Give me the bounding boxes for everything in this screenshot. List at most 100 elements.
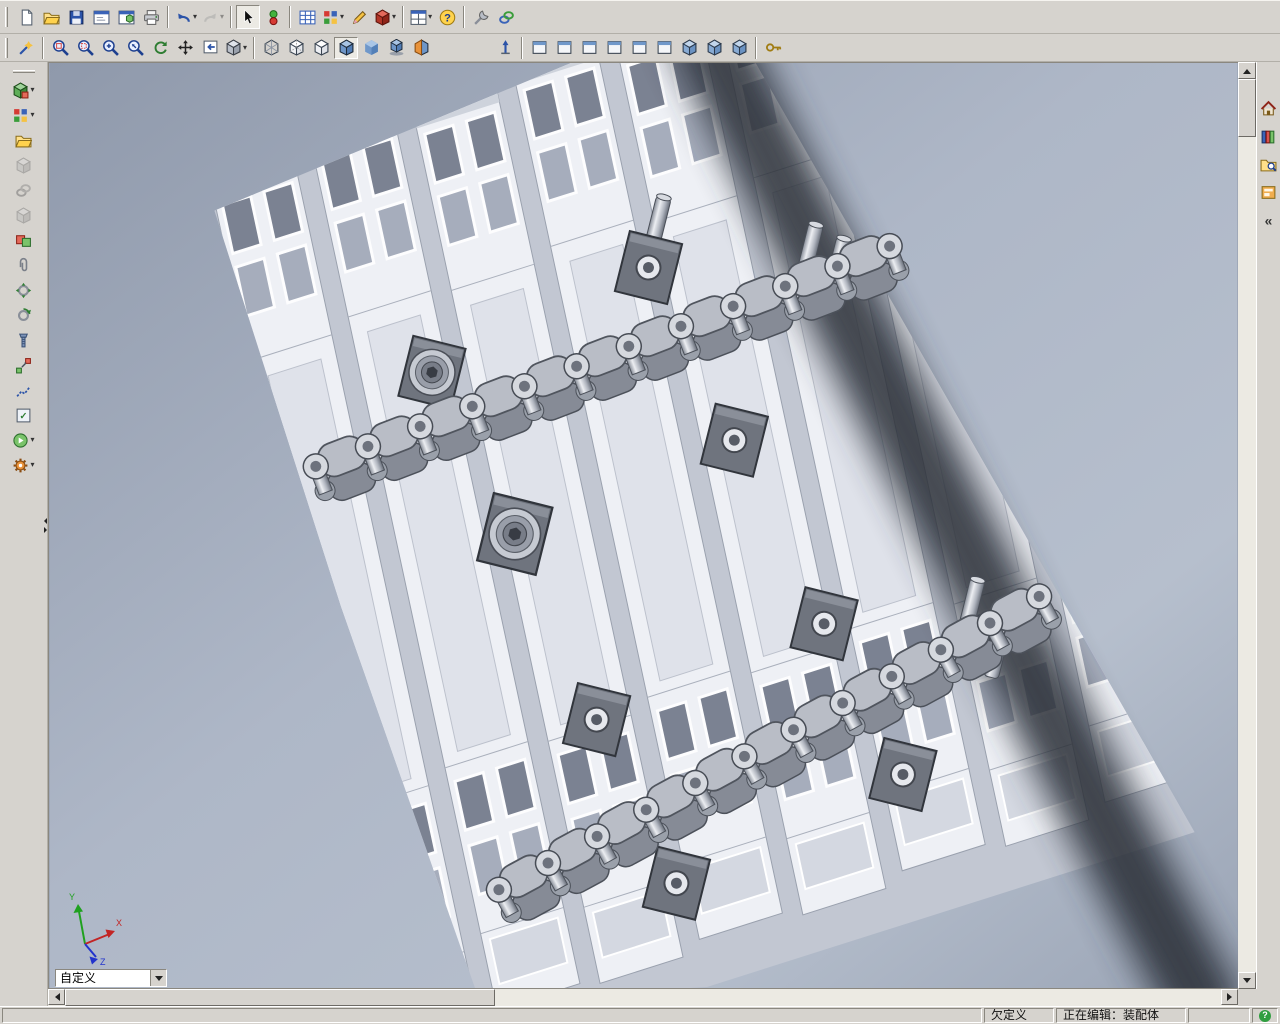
help-icon[interactable]: ? bbox=[1259, 1009, 1271, 1022]
component-appearance-dropdown-arrow[interactable]: ▾ bbox=[30, 111, 34, 119]
edit-material-dropdown-arrow[interactable]: ▾ bbox=[392, 13, 396, 21]
change-suppression-state-button[interactable] bbox=[12, 203, 36, 227]
undo-dropdown-arrow[interactable]: ▾ bbox=[193, 13, 197, 21]
toolbox-button[interactable] bbox=[469, 5, 493, 29]
redo-button[interactable]: ▾ bbox=[200, 5, 226, 29]
zoom-to-area-button[interactable] bbox=[73, 37, 97, 59]
explode-line-sketch-button[interactable] bbox=[12, 378, 36, 402]
edit-texture-button[interactable] bbox=[347, 5, 371, 29]
make-assembly-from-part-button[interactable] bbox=[114, 5, 138, 29]
edit-color-button[interactable]: ▾ bbox=[320, 5, 346, 29]
edit-color-dropdown-arrow[interactable]: ▾ bbox=[340, 13, 344, 21]
select-button[interactable] bbox=[236, 5, 261, 29]
isometric-view-button[interactable] bbox=[677, 37, 701, 59]
standard-views-dropdown-arrow[interactable]: ▾ bbox=[243, 43, 247, 52]
move-component-button[interactable] bbox=[12, 278, 36, 302]
scroll-up-button[interactable] bbox=[1238, 62, 1256, 79]
horizontal-scrollbar[interactable] bbox=[48, 989, 1238, 1006]
no-external-references-button[interactable] bbox=[12, 178, 36, 202]
smart-component-button[interactable] bbox=[12, 128, 36, 152]
combobox-dropdown-button[interactable] bbox=[150, 970, 166, 986]
scroll-right-button[interactable] bbox=[1221, 989, 1238, 1005]
back-view-button[interactable] bbox=[552, 37, 576, 59]
file-explorer-button[interactable] bbox=[1258, 154, 1279, 175]
vertical-scrollbar[interactable] bbox=[1238, 62, 1256, 989]
new-motion-study-dropdown-arrow[interactable]: ▾ bbox=[30, 436, 34, 444]
horizontal-scroll-thumb[interactable] bbox=[65, 989, 495, 1006]
view-settings-dropdown-arrow[interactable]: ▾ bbox=[428, 13, 432, 21]
mate-button[interactable] bbox=[12, 253, 36, 277]
scroll-left-button[interactable] bbox=[48, 989, 65, 1005]
insert-component-dropdown-arrow[interactable]: ▾ bbox=[30, 86, 34, 94]
edit-component-button[interactable] bbox=[12, 153, 36, 177]
edit-material-button[interactable]: ▾ bbox=[372, 5, 398, 29]
zoom-to-selection-button[interactable] bbox=[123, 37, 147, 59]
view-settings-button[interactable]: ▾ bbox=[408, 5, 434, 29]
insert-component-button[interactable]: ▾ bbox=[10, 78, 36, 102]
shaded-with-edges-button[interactable] bbox=[334, 36, 359, 59]
trimetric-view-button[interactable] bbox=[702, 37, 726, 59]
view-orientation-button[interactable] bbox=[761, 37, 785, 59]
no-external-references-icon bbox=[15, 182, 32, 199]
bottom-view-button[interactable] bbox=[652, 37, 676, 59]
previous-view-button[interactable] bbox=[198, 37, 222, 59]
solidworks-resources-button[interactable] bbox=[1258, 98, 1279, 119]
dimetric-view-button[interactable] bbox=[727, 37, 751, 59]
hyperlink-button[interactable] bbox=[494, 5, 518, 29]
assembly-xpert-button[interactable]: ✓ bbox=[12, 403, 36, 427]
zoom-to-fit-button[interactable] bbox=[48, 37, 72, 59]
change-suppression-state-icon bbox=[15, 206, 32, 224]
design-library-button[interactable] bbox=[1258, 126, 1279, 147]
normal-to-button[interactable] bbox=[493, 37, 517, 59]
collapse-task-pane-button[interactable]: « bbox=[1258, 210, 1279, 231]
rotate-component-button[interactable] bbox=[12, 303, 36, 327]
print-button[interactable] bbox=[139, 5, 163, 29]
simulation-dropdown-arrow[interactable]: ▾ bbox=[30, 461, 34, 469]
redo-dropdown-arrow[interactable]: ▾ bbox=[220, 13, 224, 21]
graphics-area[interactable]: Y X Z 自定义 bbox=[48, 62, 1238, 989]
make-drawing-from-part-icon bbox=[93, 9, 110, 26]
undo-button[interactable]: ▾ bbox=[173, 5, 199, 29]
toolbar-grip[interactable] bbox=[5, 37, 8, 58]
help-button[interactable]: ? bbox=[435, 5, 459, 29]
exploded-view-button[interactable] bbox=[12, 353, 36, 377]
front-view-button[interactable] bbox=[527, 37, 551, 59]
wireframe-button[interactable] bbox=[259, 37, 283, 59]
shadows-in-shaded-mode-button[interactable] bbox=[384, 37, 408, 59]
scroll-down-button[interactable] bbox=[1238, 972, 1256, 989]
interference-detection-button[interactable] bbox=[12, 228, 36, 252]
new-document-button[interactable] bbox=[14, 5, 38, 29]
vertical-scroll-thumb[interactable] bbox=[1238, 79, 1256, 137]
standard-views-icon bbox=[225, 39, 242, 56]
new-document-icon bbox=[18, 9, 35, 26]
right-view-button[interactable] bbox=[602, 37, 626, 59]
pan-button[interactable] bbox=[173, 37, 197, 59]
left-view-button[interactable] bbox=[577, 37, 601, 59]
view-orientation-combobox[interactable]: 自定义 bbox=[55, 969, 167, 987]
smart-fasteners-button[interactable] bbox=[12, 328, 36, 352]
hidden-lines-visible-button[interactable] bbox=[284, 37, 308, 59]
rotate-view-button[interactable] bbox=[148, 37, 172, 59]
section-view-button[interactable] bbox=[409, 37, 433, 59]
smart-component-icon bbox=[15, 132, 32, 149]
view-palette-button[interactable] bbox=[1258, 182, 1279, 203]
shaded-button[interactable] bbox=[359, 37, 383, 59]
save-button[interactable] bbox=[64, 5, 88, 29]
previous-view-icon bbox=[202, 39, 219, 56]
top-view-button[interactable] bbox=[627, 37, 651, 59]
new-motion-study-button[interactable]: ▾ bbox=[10, 428, 36, 452]
toolbar-grip[interactable] bbox=[5, 7, 8, 27]
toolbar-separator bbox=[230, 6, 233, 28]
component-appearance-button[interactable]: ▾ bbox=[10, 103, 36, 127]
simulation-button[interactable]: ▾ bbox=[10, 453, 36, 477]
panel-splitter-handle[interactable] bbox=[42, 512, 49, 538]
design-table-button[interactable] bbox=[295, 5, 319, 29]
standard-views-button[interactable]: ▾ bbox=[223, 37, 249, 59]
open-button[interactable] bbox=[39, 5, 63, 29]
zoom-in-out-button[interactable] bbox=[98, 37, 122, 59]
toolbar-grip[interactable] bbox=[12, 70, 35, 73]
make-drawing-from-part-button[interactable] bbox=[89, 5, 113, 29]
sketch-button[interactable] bbox=[14, 37, 38, 59]
hidden-lines-removed-button[interactable] bbox=[309, 37, 333, 59]
rebuild-button[interactable] bbox=[261, 5, 285, 29]
